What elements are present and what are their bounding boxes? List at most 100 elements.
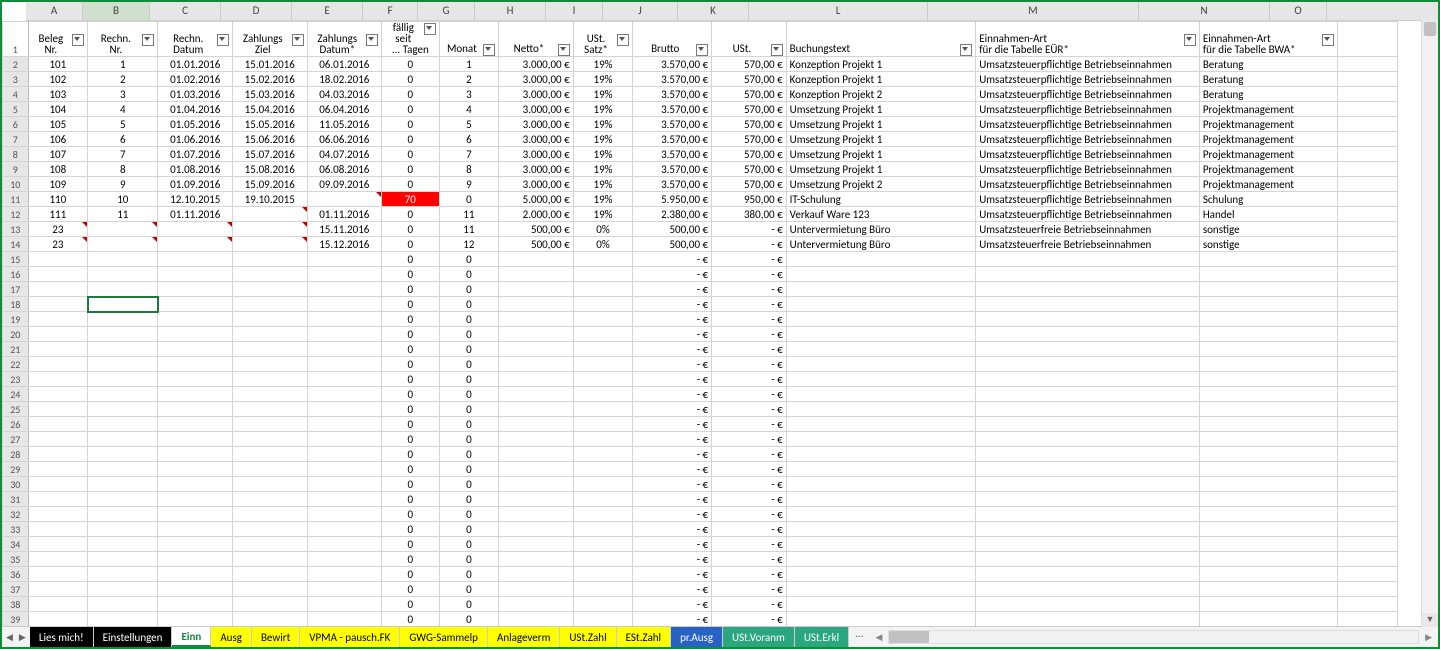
cell-einnahmen-bwa[interactable]: Handel <box>1199 207 1337 222</box>
cell-brutto[interactable]: 3.570,00 € <box>633 87 712 102</box>
row-header-27[interactable]: 27 <box>3 432 29 447</box>
column-header-B[interactable]: B <box>83 2 150 20</box>
cell-brutto[interactable]: 3.570,00 € <box>633 117 712 132</box>
cell-einnahmen-euer[interactable]: Umsatzsteuerpflichtige Betriebseinnahmen <box>976 72 1200 87</box>
cell[interactable] <box>232 387 307 402</box>
cell[interactable]: - € <box>712 537 787 552</box>
cell[interactable]: - € <box>712 252 787 267</box>
cell-ust[interactable]: 570,00 € <box>712 102 787 117</box>
cell[interactable] <box>28 267 88 282</box>
cell[interactable]: - € <box>633 537 712 552</box>
cell[interactable]: - € <box>633 522 712 537</box>
cell[interactable] <box>232 417 307 432</box>
cell[interactable]: 0 <box>439 492 499 507</box>
cell[interactable]: - € <box>712 552 787 567</box>
cell-faellig[interactable]: 0 <box>382 117 440 132</box>
cell[interactable] <box>976 297 1200 312</box>
cell-zahlungs-datum[interactable]: 18.02.2016 <box>307 72 382 87</box>
cell-zahlungs-datum[interactable]: 06.01.2016 <box>307 57 382 72</box>
cell[interactable] <box>1338 252 1398 267</box>
cell-o[interactable] <box>1338 207 1398 222</box>
cell-zahlungs-ziel[interactable] <box>232 237 307 252</box>
cell-o[interactable] <box>1338 222 1398 237</box>
cell-o[interactable] <box>1338 237 1398 252</box>
cell[interactable] <box>28 477 88 492</box>
cell[interactable] <box>28 417 88 432</box>
cell[interactable] <box>573 417 633 432</box>
row-header-11[interactable]: 11 <box>3 192 29 207</box>
cell[interactable] <box>28 312 88 327</box>
horizontal-scrollbar[interactable]: ◀ ▶ <box>870 627 1439 647</box>
cell[interactable] <box>158 282 233 297</box>
cell[interactable]: - € <box>633 612 712 627</box>
cell[interactable] <box>232 567 307 582</box>
cell[interactable] <box>1338 342 1398 357</box>
cell[interactable] <box>786 282 976 297</box>
cell-o[interactable] <box>1338 192 1398 207</box>
row-header-18[interactable]: 18 <box>3 297 29 312</box>
cell-o[interactable] <box>1338 162 1398 177</box>
cell[interactable]: 0 <box>382 432 440 447</box>
column-header-K[interactable]: K <box>678 2 749 20</box>
cell[interactable] <box>158 372 233 387</box>
cell-beleg-nr[interactable]: 23 <box>28 237 88 252</box>
cell[interactable]: 0 <box>439 267 499 282</box>
filter-icon[interactable] <box>1322 34 1334 46</box>
cell[interactable] <box>307 282 382 297</box>
cell[interactable] <box>573 522 633 537</box>
row-header-30[interactable]: 30 <box>3 477 29 492</box>
cell[interactable]: 0 <box>382 267 440 282</box>
sheet-tab-einn[interactable]: Einn <box>172 627 211 647</box>
cell-brutto[interactable]: 5.950,00 € <box>633 192 712 207</box>
cell-buchungstext[interactable]: Konzeption Projekt 2 <box>786 87 976 102</box>
header-M[interactable]: Einnahmen-Artfür die Tabelle EÜR* <box>976 22 1200 57</box>
cell[interactable] <box>232 492 307 507</box>
cell-brutto[interactable]: 3.570,00 € <box>633 72 712 87</box>
cell[interactable] <box>573 432 633 447</box>
cell[interactable]: 0 <box>382 372 440 387</box>
cell[interactable]: 0 <box>439 567 499 582</box>
cell-brutto[interactable]: 3.570,00 € <box>633 147 712 162</box>
cell-faellig[interactable]: 0 <box>382 132 440 147</box>
cell[interactable] <box>1338 537 1398 552</box>
column-header-F[interactable]: F <box>363 2 418 20</box>
cell[interactable] <box>1199 462 1337 477</box>
tab-nav-buttons[interactable]: ◀ ▶ <box>2 627 30 647</box>
cell[interactable] <box>232 597 307 612</box>
cell[interactable]: 0 <box>439 462 499 477</box>
cell-beleg-nr[interactable]: 101 <box>28 57 88 72</box>
cell[interactable] <box>88 492 158 507</box>
cell[interactable] <box>786 492 976 507</box>
cell[interactable] <box>573 327 633 342</box>
cell-zahlungs-ziel[interactable]: 15.09.2016 <box>232 177 307 192</box>
cell[interactable] <box>28 462 88 477</box>
cell[interactable] <box>1199 492 1337 507</box>
cell-rechn-datum[interactable]: 01.02.2016 <box>158 72 233 87</box>
row-header-16[interactable]: 16 <box>3 267 29 282</box>
cell[interactable] <box>158 552 233 567</box>
cell-faellig[interactable]: 70 <box>382 192 440 207</box>
column-header-M[interactable]: M <box>928 2 1139 20</box>
cell[interactable]: 0 <box>382 312 440 327</box>
filter-icon[interactable] <box>72 34 84 46</box>
cell-zahlungs-datum[interactable]: 15.11.2016 <box>307 222 382 237</box>
cell[interactable]: 0 <box>439 387 499 402</box>
cell[interactable] <box>786 402 976 417</box>
cell[interactable] <box>976 462 1200 477</box>
cell[interactable] <box>573 387 633 402</box>
cell[interactable]: 0 <box>382 417 440 432</box>
cell[interactable] <box>307 507 382 522</box>
cell-ust[interactable]: - € <box>712 237 787 252</box>
cell-zahlungs-ziel[interactable]: 15.07.2016 <box>232 147 307 162</box>
cell-o[interactable] <box>1338 147 1398 162</box>
cell[interactable] <box>1199 582 1337 597</box>
cell[interactable] <box>307 297 382 312</box>
cell[interactable] <box>28 387 88 402</box>
cell[interactable]: - € <box>712 582 787 597</box>
cell[interactable] <box>976 477 1200 492</box>
cell-monat[interactable]: 0 <box>439 192 499 207</box>
cell[interactable] <box>28 507 88 522</box>
cell[interactable] <box>499 597 574 612</box>
cell[interactable] <box>232 552 307 567</box>
header-B[interactable]: Rechn.Nr. <box>88 22 158 57</box>
